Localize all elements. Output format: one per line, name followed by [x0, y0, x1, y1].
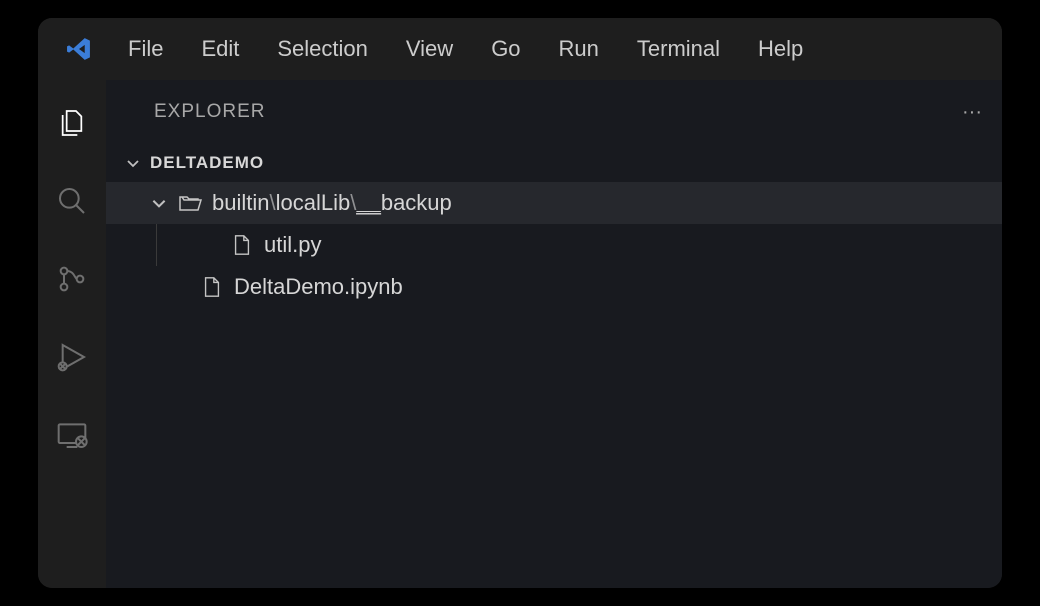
file-tree: builtin\localLib\__backup util.py — [106, 182, 1002, 588]
sidebar-header: EXPLORER ··· — [106, 80, 1002, 144]
sidebar-title: EXPLORER — [154, 101, 265, 123]
run-debug-icon[interactable] — [55, 340, 89, 374]
sidebar-actions-icon[interactable]: ··· — [962, 101, 982, 124]
window-body: EXPLORER ··· DELTADEMO — [38, 80, 1002, 588]
file-label: util.py — [264, 232, 321, 258]
workspace-header[interactable]: DELTADEMO — [106, 144, 1002, 182]
menu-help[interactable]: Help — [758, 36, 803, 62]
app-window: File Edit Selection View Go Run Terminal… — [38, 18, 1002, 588]
menu-file[interactable]: File — [128, 36, 163, 62]
explorer-icon[interactable] — [55, 106, 89, 140]
file-icon — [229, 232, 255, 258]
workspace-name: DELTADEMO — [150, 153, 264, 173]
explorer-sidebar: EXPLORER ··· DELTADEMO — [106, 80, 1002, 588]
vscode-logo-icon — [66, 36, 92, 62]
file-row-deltademo[interactable]: DeltaDemo.ipynb — [106, 266, 1002, 308]
file-label: DeltaDemo.ipynb — [234, 274, 403, 300]
folder-label: builtin\localLib\__backup — [212, 190, 452, 216]
tree-guide — [156, 224, 157, 266]
menu-edit[interactable]: Edit — [201, 36, 239, 62]
folder-row-backup[interactable]: builtin\localLib\__backup — [106, 182, 1002, 224]
titlebar: File Edit Selection View Go Run Terminal… — [38, 18, 1002, 80]
search-icon[interactable] — [55, 184, 89, 218]
menu-selection[interactable]: Selection — [277, 36, 368, 62]
remote-icon[interactable] — [55, 418, 89, 452]
menu-bar: File Edit Selection View Go Run Terminal… — [128, 36, 803, 62]
folder-open-icon — [177, 190, 203, 216]
menu-terminal[interactable]: Terminal — [637, 36, 720, 62]
menu-run[interactable]: Run — [559, 36, 599, 62]
chevron-down-icon — [150, 194, 168, 212]
file-icon — [199, 274, 225, 300]
source-control-icon[interactable] — [55, 262, 89, 296]
menu-go[interactable]: Go — [491, 36, 520, 62]
activity-bar — [38, 80, 106, 588]
menu-view[interactable]: View — [406, 36, 453, 62]
chevron-down-icon — [124, 154, 142, 172]
file-row-util[interactable]: util.py — [106, 224, 1002, 266]
